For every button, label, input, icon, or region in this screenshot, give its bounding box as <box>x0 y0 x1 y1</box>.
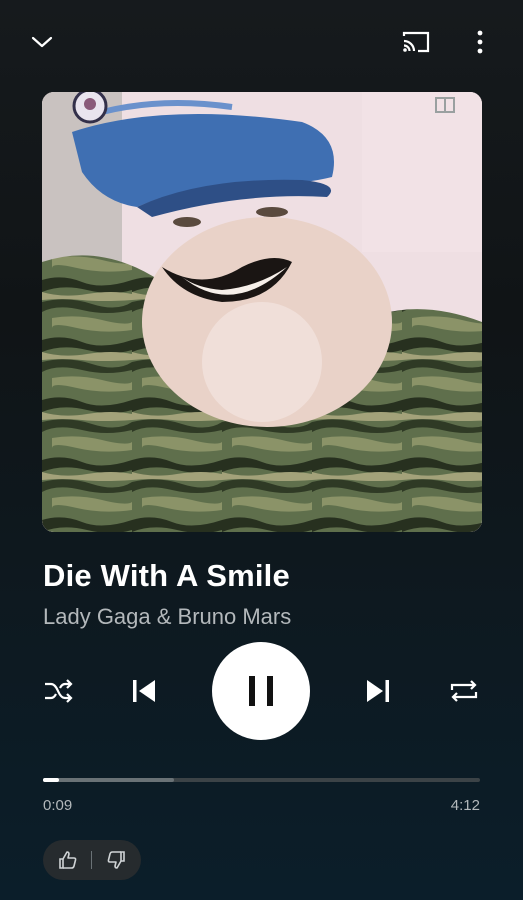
skip-previous-icon[interactable] <box>126 673 162 709</box>
progress-bar[interactable] <box>43 778 480 782</box>
playback-controls <box>0 640 523 740</box>
thumb-up-icon[interactable] <box>55 848 81 872</box>
rating-pill <box>43 840 141 880</box>
progress-buffered <box>43 778 175 782</box>
track-artist[interactable]: Lady Gaga & Bruno Mars <box>43 604 291 630</box>
cast-icon[interactable] <box>396 24 436 60</box>
progress-played <box>43 778 59 782</box>
top-bar <box>0 0 523 80</box>
chevron-down-icon[interactable] <box>24 24 60 60</box>
album-artwork <box>42 92 482 532</box>
skip-next-icon[interactable] <box>360 673 396 709</box>
more-vert-icon[interactable] <box>466 24 494 60</box>
shuffle-icon[interactable] <box>40 675 76 707</box>
artwork-image <box>42 92 482 532</box>
repeat-icon[interactable] <box>444 675 484 707</box>
current-time: 0:09 <box>43 797 73 814</box>
pause-icon[interactable] <box>212 642 310 740</box>
rating-divider <box>91 851 92 869</box>
track-title[interactable]: Die With A Smile <box>43 558 290 594</box>
total-time: 4:12 <box>450 797 480 814</box>
thumb-down-icon[interactable] <box>103 848 129 872</box>
